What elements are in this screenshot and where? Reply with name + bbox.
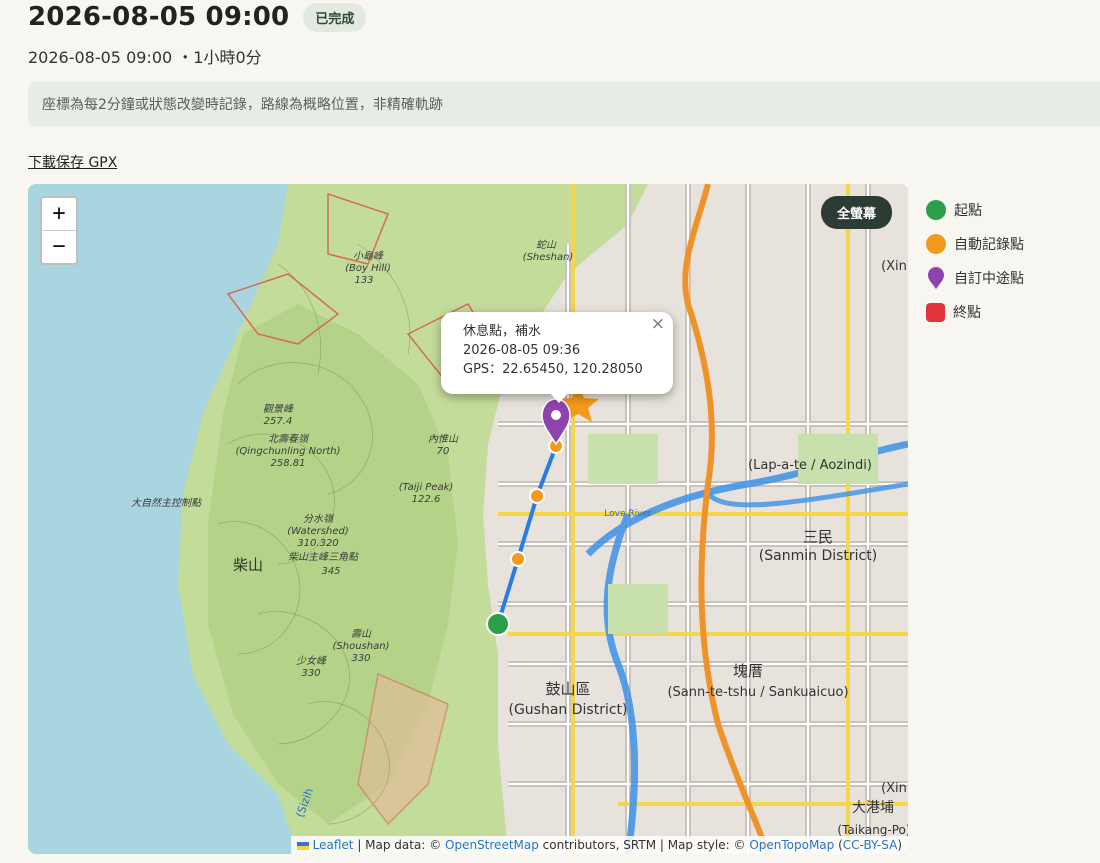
label-boy-hill: 小龜峰 bbox=[353, 250, 384, 262]
label-shaonu-h: 330 bbox=[301, 668, 320, 679]
page-header: 2026-08-05 09:00 已完成 bbox=[28, 2, 367, 32]
label-gushan-en: (Gushan District) bbox=[509, 702, 628, 718]
label-watershed: 分水嶺 bbox=[303, 513, 334, 525]
popup-gps: GPS：22.65450, 120.28050 bbox=[463, 362, 643, 377]
label-qingchunling-en: (Qingchunling North) bbox=[235, 446, 340, 457]
park-3 bbox=[608, 584, 668, 634]
label-guanyin-h: 257.4 bbox=[264, 416, 293, 427]
label-watershed-en: (Watershed) bbox=[287, 526, 349, 537]
end-square-icon bbox=[926, 302, 945, 322]
attribution-text-4: ) bbox=[897, 838, 902, 852]
label-guanyin: 觀景峰 bbox=[263, 403, 294, 415]
label-sannteshu: (Sann-te-tshu / Sankuaicuo) bbox=[667, 685, 848, 700]
label-neiwei-h: 70 bbox=[437, 446, 450, 457]
label-dagangpu: 大港埔 bbox=[852, 800, 894, 816]
start-marker[interactable] bbox=[486, 612, 510, 636]
legend-label: 自動記錄點 bbox=[954, 237, 1024, 253]
label-qingchunling: 北壽春嶺 bbox=[268, 433, 309, 445]
page-title: 2026-08-05 09:00 bbox=[28, 2, 290, 32]
label-qingchunling-h: 258.81 bbox=[271, 458, 306, 469]
label-sanmin-en: (Sanmin District) bbox=[759, 548, 877, 564]
label-chaishan3: 柴山主峰三角點 bbox=[288, 551, 360, 563]
osm-link[interactable]: OpenStreetMap bbox=[445, 838, 539, 852]
label-shoushan-h: 330 bbox=[351, 653, 370, 664]
label-neiwei: 內惟山 bbox=[428, 433, 459, 445]
map-tiles[interactable]: 小龜峰 (Boy Hill) 133 蛇山 (Sheshan) 觀景峰 257.… bbox=[28, 184, 908, 854]
label-taikang: (Taikang-Po) bbox=[837, 823, 908, 837]
label-sheshan-en: (Sheshan) bbox=[523, 252, 574, 263]
label-taiji-h: 122.6 bbox=[412, 494, 441, 505]
start-circle-icon bbox=[926, 200, 946, 220]
legend-label: 終點 bbox=[953, 305, 981, 321]
label-shoushan-en: (Shoushan) bbox=[333, 641, 390, 652]
label-boy-hill-en: (Boy Hill) bbox=[345, 263, 391, 274]
download-gpx-link[interactable]: 下載保存 GPX bbox=[28, 152, 117, 172]
map-pin-icon bbox=[928, 267, 944, 289]
legend-label: 自訂中途點 bbox=[954, 271, 1024, 287]
map-legend: 起點 自動記錄點 自訂中途點 終點 bbox=[926, 193, 1024, 329]
label-sheshan: 蛇山 bbox=[536, 239, 557, 251]
trip-summary: 2026-08-05 09:00 ・1小時0分 bbox=[28, 48, 262, 67]
zoom-control: + − bbox=[40, 196, 78, 265]
label-sanmin: 三民 bbox=[803, 528, 833, 546]
attribution-text-3: ( bbox=[834, 838, 843, 852]
legend-item-waypoint: 自訂中途點 bbox=[926, 261, 1024, 295]
opentopomap-link[interactable]: OpenTopoMap bbox=[749, 838, 834, 852]
leaflet-link[interactable]: Leaflet bbox=[313, 838, 354, 852]
fullscreen-button[interactable]: 全螢幕 bbox=[821, 196, 893, 229]
zoom-out-button[interactable]: − bbox=[42, 230, 76, 263]
status-badge: 已完成 bbox=[303, 2, 367, 32]
label-taiji: (Taiji Peak) bbox=[399, 482, 454, 493]
auto-circle-icon bbox=[926, 234, 946, 254]
legend-item-start: 起點 bbox=[926, 193, 1024, 227]
waypoint-popup: 休息點，補水 2026-08-05 09:36 GPS：22.65450, 12… bbox=[441, 312, 673, 394]
label-kuaicuo: 塊厝 bbox=[733, 662, 763, 680]
label-watershed-h: 310.320 bbox=[297, 538, 338, 549]
label-shoushan: 壽山 bbox=[351, 628, 372, 640]
attribution-text-1: | Map data: © bbox=[353, 838, 446, 852]
legend-item-end: 終點 bbox=[926, 295, 1024, 329]
popup-tip bbox=[548, 391, 570, 403]
label-lapate: (Lap-a-te / Aozindi) bbox=[748, 458, 872, 473]
map-container[interactable]: 小龜峰 (Boy Hill) 133 蛇山 (Sheshan) 觀景峰 257.… bbox=[28, 184, 908, 854]
auto-point-marker-1[interactable] bbox=[510, 551, 526, 567]
label-shaonu: 少女峰 bbox=[296, 655, 327, 667]
popup-time: 2026-08-05 09:36 bbox=[463, 343, 581, 358]
popup-name: 休息點，補水 bbox=[463, 324, 542, 339]
attribution-text-2: contributors, SRTM | Map style: © bbox=[538, 838, 750, 852]
auto-point-marker-2[interactable] bbox=[529, 488, 545, 504]
legend-item-auto: 自動記錄點 bbox=[926, 227, 1024, 261]
zoom-in-button[interactable]: + bbox=[42, 198, 76, 230]
label-chaishan3-h: 345 bbox=[321, 566, 340, 577]
label-control: 大自然主控制點 bbox=[131, 497, 203, 509]
label-xin-bottom: (Xin bbox=[881, 781, 907, 796]
label-xin-top: (Xin bbox=[881, 259, 907, 274]
legend-label: 起點 bbox=[954, 203, 982, 219]
label-chaishan: 柴山 bbox=[233, 556, 263, 574]
ukraine-flag-icon bbox=[296, 841, 309, 850]
popup-close-button[interactable]: × bbox=[651, 315, 665, 334]
license-link[interactable]: CC-BY-SA bbox=[843, 838, 898, 852]
label-gushan: 鼓山區 bbox=[545, 680, 590, 698]
label-boy-hill-h: 133 bbox=[354, 275, 373, 286]
park-1 bbox=[588, 434, 658, 484]
map-attribution: Leaflet | Map data: © OpenStreetMap cont… bbox=[290, 836, 908, 854]
notice-banner: 座標為每2分鐘或狀態改變時記錄，路線為概略位置，非精確軌跡 bbox=[28, 82, 1100, 126]
label-love-river: Love River bbox=[604, 509, 652, 519]
